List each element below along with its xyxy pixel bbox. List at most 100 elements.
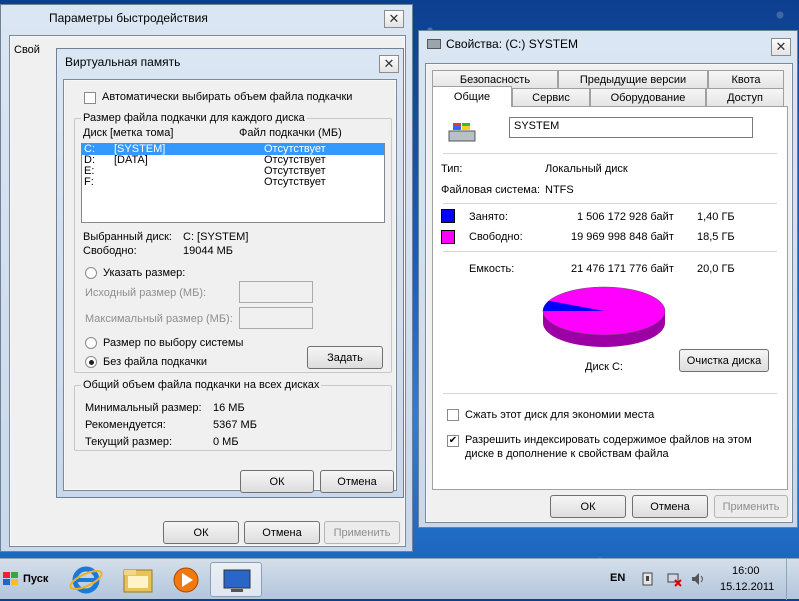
tab-general[interactable]: Общие [432,86,512,107]
set-button[interactable]: Задать [307,346,383,369]
max-size-input [239,307,313,329]
drive-name-input[interactable]: SYSTEM [509,117,753,138]
performance-ok-button[interactable]: ОК [163,521,239,544]
no-paging-label: Без файла подкачки [103,356,207,368]
tab-hardware[interactable]: Оборудование [590,88,706,107]
free-space-label: Свободно: [83,245,137,257]
drive-icon-small [427,39,441,49]
total-paging-group: Общий объем файла подкачки на всех диска… [74,379,392,451]
drive-properties-window: Свойства: (C:) SYSTEM ✕ Безопасность Пре… [418,30,798,528]
performance-apply-button: Применить [324,521,400,544]
custom-size-radio[interactable] [85,267,97,279]
system-managed-radio[interactable] [85,337,97,349]
drive-label: [DATA] [114,154,148,166]
performance-options-titlebar: Параметры быстродействия [41,5,412,31]
computer-icon [223,569,251,592]
auto-paging-checkbox[interactable] [84,92,96,104]
compress-label: Сжать этот диск для экономии места [465,409,655,421]
performance-close-button[interactable]: ✕ [384,10,404,28]
free-bytes: 19 969 998 848 байт [571,231,674,243]
ie-taskbar-button[interactable] [60,562,112,597]
virtual-memory-titlebar: Виртуальная память [57,49,403,75]
drive-letter: F: [84,176,94,188]
free-label: Свободно: [469,231,523,243]
taskbar: Пуск EN 16:00 15.12.2011 [0,558,799,600]
drive-icon [448,123,476,142]
capacity-label: Емкость: [469,263,515,275]
fs-label: Файловая система: [441,184,541,196]
col-file-header: Файл подкачки (МБ) [239,127,342,139]
performance-cancel-button[interactable]: Отмена [244,521,320,544]
virtual-memory-title: Виртуальная память [65,55,181,69]
virtual-memory-body: Автоматически выбирать объем файла подка… [63,79,397,493]
language-indicator[interactable]: EN [610,572,625,584]
performance-partial-tab[interactable]: Свой [14,44,40,56]
drive-properties-title: Свойства: (C:) SYSTEM [446,37,579,51]
start-button[interactable]: Пуск [2,567,48,591]
drive-row[interactable]: F: Отсутствует [82,177,384,188]
folder-icon [123,569,153,593]
capacity-gb: 20,0 ГБ [697,263,735,275]
network-icon[interactable] [666,571,682,587]
props-ok-button[interactable]: ОК [550,495,626,518]
system-managed-label: Размер по выбору системы [103,337,244,349]
no-paging-radio[interactable] [85,356,97,368]
drive-list[interactable]: C: [SYSTEM] Отсутствует D: [DATA] Отсутствует… [81,143,385,223]
used-color-swatch [441,209,455,223]
separator-3 [443,251,777,252]
drive-properties-close-button[interactable]: ✕ [771,38,791,56]
total-paging-group-title: Общий объем файла подкачки на всех диска… [81,379,322,391]
initial-size-input [239,281,313,303]
recommended-label: Рекомендуется: [85,419,166,431]
separator-4 [443,393,777,394]
disk-cleanup-button[interactable]: Очистка диска [679,349,769,372]
fs-value: NTFS [545,184,574,196]
volume-icon[interactable] [690,571,706,587]
tab-tools[interactable]: Сервис [512,88,590,107]
drive-paging-status: Отсутствует [264,176,326,188]
media-player-taskbar-button[interactable] [160,562,212,597]
used-bytes: 1 506 172 928 байт [577,211,674,223]
drive-row[interactable]: D: [DATA] Отсутствует [82,155,384,166]
virtual-memory-window: Виртуальная память ✕ Автоматически выбир… [56,48,404,498]
media-player-icon [173,567,199,593]
tab-previous-versions[interactable]: Предыдущие версии [558,70,708,89]
type-value: Локальный диск [545,163,628,175]
props-cancel-button[interactable]: Отмена [632,495,708,518]
disk-c-label: Диск C: [585,361,623,373]
max-size-label: Максимальный размер (МБ): [85,313,233,325]
tab-quota[interactable]: Квота [708,70,784,89]
selected-disk-label: Выбранный диск: [83,231,172,243]
per-disk-group: Размер файла подкачки для каждого диска … [74,112,392,373]
drive-row[interactable]: E: Отсутствует [82,166,384,177]
show-desktop-button[interactable] [786,559,799,600]
compress-checkbox[interactable] [447,409,459,421]
vm-ok-button[interactable]: ОК [240,470,314,493]
index-label-line1: Разрешить индексировать содержимое файло… [465,434,752,446]
vm-cancel-button[interactable]: Отмена [320,470,394,493]
tab-sharing[interactable]: Доступ [706,88,784,107]
used-gb: 1,40 ГБ [697,211,735,223]
windows-logo-icon [3,572,18,585]
virtual-memory-close-button[interactable]: ✕ [379,55,399,73]
start-label: Пуск [23,573,49,585]
general-tab-panel: SYSTEM Тип: Локальный диск Файловая сист… [432,106,788,490]
recommended-value: 5367 МБ [213,419,257,431]
free-gb: 18,5 ГБ [697,231,735,243]
drive-properties-body: Безопасность Предыдущие версии Квота Общ… [425,63,793,523]
auto-paging-label: Автоматически выбирать объем файла подка… [102,91,353,103]
free-space-value: 19044 МБ [183,245,234,257]
custom-size-label: Указать размер: [103,267,186,279]
initial-size-label: Исходный размер (МБ): [85,287,207,299]
clock-date[interactable]: 15.12.2011 [720,581,774,593]
explorer-taskbar-button[interactable] [112,562,164,597]
performance-options-title: Параметры быстродействия [49,11,208,25]
current-size-label: Текущий размер: [85,436,173,448]
action-center-icon[interactable] [640,571,656,587]
capacity-bytes: 21 476 171 776 байт [571,263,674,275]
system-taskbar-button[interactable] [210,562,262,597]
type-label: Тип: [441,163,463,175]
index-checkbox[interactable]: ✔ [447,435,459,447]
clock-time[interactable]: 16:00 [732,565,760,577]
internet-explorer-icon [69,566,103,594]
